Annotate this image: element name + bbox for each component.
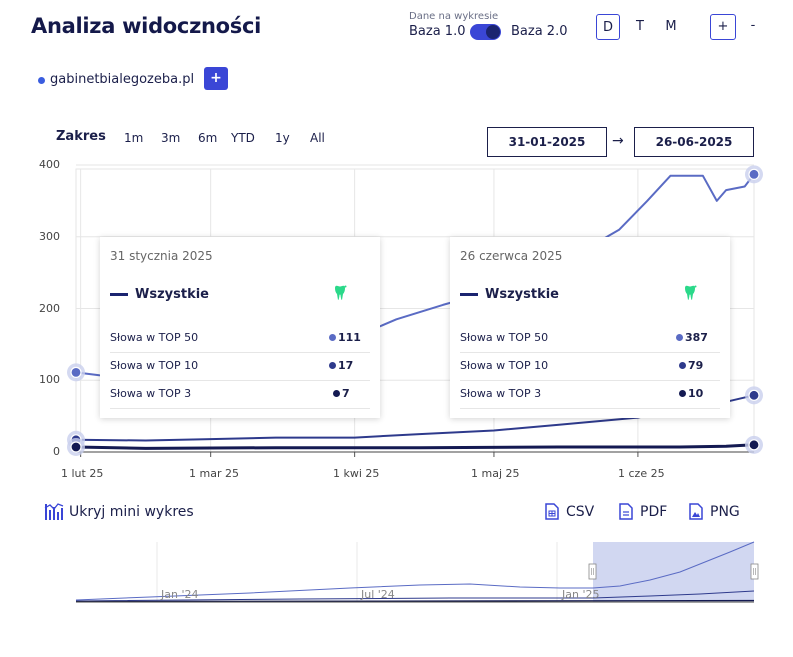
mini-handle-left [588, 563, 597, 580]
tooltip-series: Wszystkie [485, 287, 559, 302]
end-point-marker [748, 439, 760, 451]
y-tick-label: 400 [39, 158, 60, 171]
tooltip-row-label: Słowa w TOP 50 [110, 331, 199, 344]
tooltip-row-value: 111 [338, 331, 361, 344]
tooltip-start: 31 stycznia 2025 Wszystkie Słowa w TOP 5… [100, 237, 380, 418]
tooth-icon [685, 285, 697, 300]
export-csv-button[interactable]: CSV [566, 504, 594, 520]
mini-handle-right [750, 563, 759, 580]
csv-file-icon[interactable] [545, 503, 559, 520]
divider [110, 380, 370, 381]
tooltip-row-value: 7 [342, 387, 350, 400]
y-tick-label: 300 [39, 230, 60, 243]
start-point-marker [70, 366, 82, 378]
divider [460, 380, 720, 381]
tooltip-date: 31 stycznia 2025 [110, 249, 213, 263]
legend-dot-top3 [333, 390, 340, 397]
x-tick-label: 1 mar 25 [189, 467, 239, 480]
tooltip-row-value: 387 [685, 331, 708, 344]
y-tick-label: 0 [53, 445, 60, 458]
legend-dot-top50 [676, 334, 683, 341]
series-line-swatch [110, 293, 128, 296]
chart-bars-icon[interactable] [44, 502, 64, 522]
tooltip-end: 26 czerwca 2025 Wszystkie Słowa w TOP 50… [450, 237, 730, 418]
tooth-icon [335, 285, 347, 300]
export-png-button[interactable]: PNG [710, 504, 740, 520]
mini-selection-window [593, 542, 754, 602]
tooltip-series: Wszystkie [135, 287, 209, 302]
x-tick-label: 1 maj 25 [471, 467, 520, 480]
tooltip-row-value: 79 [688, 359, 704, 372]
tooltip-date: 26 czerwca 2025 [460, 249, 563, 263]
mini-x-label: Jul '24 [361, 588, 395, 601]
end-point-marker [748, 168, 760, 180]
tooltip-row-value: 10 [688, 387, 704, 400]
divider [110, 408, 370, 409]
legend-dot-top10 [329, 362, 336, 369]
y-tick-label: 100 [39, 373, 60, 386]
legend-dot-top10 [679, 362, 686, 369]
tooltip-row-label: Słowa w TOP 50 [460, 331, 549, 344]
x-tick-label: 1 cze 25 [618, 467, 665, 480]
mini-chart[interactable] [0, 530, 793, 610]
tooltip-row-label: Słowa w TOP 3 [460, 387, 542, 400]
tooltip-row-value: 17 [338, 359, 354, 372]
x-tick-label: 1 lut 25 [61, 467, 104, 480]
legend-dot-top3 [679, 390, 686, 397]
y-tick-label: 200 [39, 302, 60, 315]
series-line-2 [75, 443, 755, 450]
png-file-icon[interactable] [689, 503, 703, 520]
tooltip-row-label: Słowa w TOP 10 [110, 359, 199, 372]
divider [110, 352, 370, 353]
series-line-swatch [460, 293, 478, 296]
hide-mini-chart-button[interactable]: Ukryj mini wykres [69, 504, 194, 520]
start-point-marker [70, 441, 82, 453]
divider [460, 408, 720, 409]
tooltip-row-label: Słowa w TOP 10 [460, 359, 549, 372]
legend-dot-top50 [329, 334, 336, 341]
export-pdf-button[interactable]: PDF [640, 504, 667, 520]
divider [460, 352, 720, 353]
end-point-marker [748, 389, 760, 401]
x-tick-label: 1 kwi 25 [333, 467, 380, 480]
tooltip-row-label: Słowa w TOP 3 [110, 387, 192, 400]
mini-x-label: Jan '24 [161, 588, 199, 601]
pdf-file-icon[interactable] [619, 503, 633, 520]
mini-x-label: Jan '25 [562, 588, 600, 601]
